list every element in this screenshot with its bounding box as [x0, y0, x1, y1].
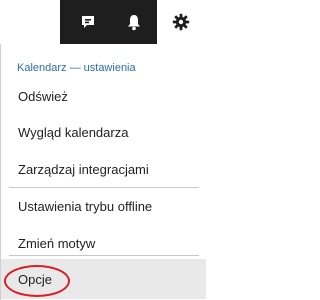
menu-item-label: Odśwież — [18, 88, 68, 104]
chat-bubble-icon — [82, 16, 94, 28]
settings-button[interactable] — [157, 0, 205, 44]
notifications-button[interactable] — [110, 0, 158, 44]
menu-item-refresh[interactable]: Odśwież — [1, 78, 206, 114]
bell-icon — [128, 14, 140, 30]
menu-item-label: Ustawienia trybu offline — [18, 198, 153, 214]
gear-icon — [172, 13, 190, 31]
menu-divider — [9, 255, 199, 256]
menu-item-label: Zarządzaj integracjami — [18, 161, 149, 177]
top-toolbar — [0, 0, 205, 44]
menu-header: Kalendarz — ustawienia — [17, 62, 136, 74]
menu-item-calendar-view[interactable]: Wygląd kalendarza — [1, 114, 206, 150]
menu-item-offline-settings[interactable]: Ustawienia trybu offline — [1, 188, 206, 224]
settings-dropdown-menu: Kalendarz — ustawienia Odśwież Wygląd ka… — [0, 44, 206, 300]
menu-item-label: Wygląd kalendarza — [18, 124, 129, 140]
menu-item-manage-integrations[interactable]: Zarządzaj integracjami — [1, 151, 206, 187]
chat-button[interactable] — [64, 0, 112, 44]
menu-item-label: Zmień motyw — [18, 235, 96, 251]
annotation-circle — [4, 265, 70, 297]
